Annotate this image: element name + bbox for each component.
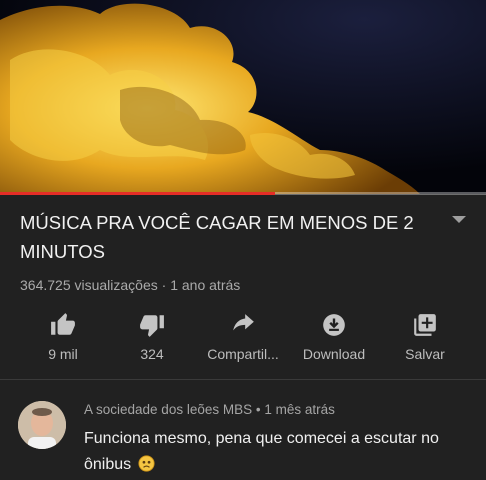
section-divider — [0, 379, 486, 380]
top-comment[interactable]: A sociedade dos leões MBS • 1 mês atrás … — [0, 390, 486, 480]
video-progress-bar[interactable] — [0, 192, 486, 195]
comment-separator: • — [252, 402, 265, 417]
comment-header: A sociedade dos leões MBS • 1 mês atrás — [84, 402, 335, 417]
comment-body: Funciona mesmo, pena que comecei a escut… — [84, 426, 474, 478]
video-meta: 364.725 visualizações · 1 ano atrás — [20, 277, 240, 293]
comment-age: 1 mês atrás — [264, 402, 335, 417]
expand-description-icon[interactable] — [452, 216, 466, 223]
video-player[interactable] — [0, 0, 486, 194]
video-frame-clouds — [0, 0, 486, 194]
save-label: Salvar — [405, 346, 445, 362]
view-count: 364.725 visualizações — [20, 277, 158, 293]
avatar-photo — [18, 401, 66, 449]
thumbs-down-icon — [140, 315, 164, 337]
avatar[interactable] — [18, 401, 66, 449]
share-icon — [233, 314, 254, 331]
meta-separator: · — [157, 277, 171, 293]
sad-face-emoji-icon — [138, 455, 155, 472]
download-icon — [323, 314, 345, 336]
video-progress-fill — [0, 192, 275, 195]
video-title: MÚSICA PRA VOCÊ CAGAR EM MENOS DE 2 MINU… — [20, 212, 414, 262]
comment-author[interactable]: A sociedade dos leões MBS — [84, 402, 252, 417]
upload-age: 1 ano atrás — [170, 277, 241, 293]
video-title-row: MÚSICA PRA VOCÊ CAGAR EM MENOS DE 2 MINU… — [20, 208, 466, 266]
add-to-playlist-icon — [414, 314, 436, 336]
video-actions-bar: 9 mil 324 Compartil... Download Salvar — [0, 306, 486, 368]
save-button[interactable]: Salvar — [370, 306, 480, 368]
thumbs-up-icon — [51, 313, 75, 335]
